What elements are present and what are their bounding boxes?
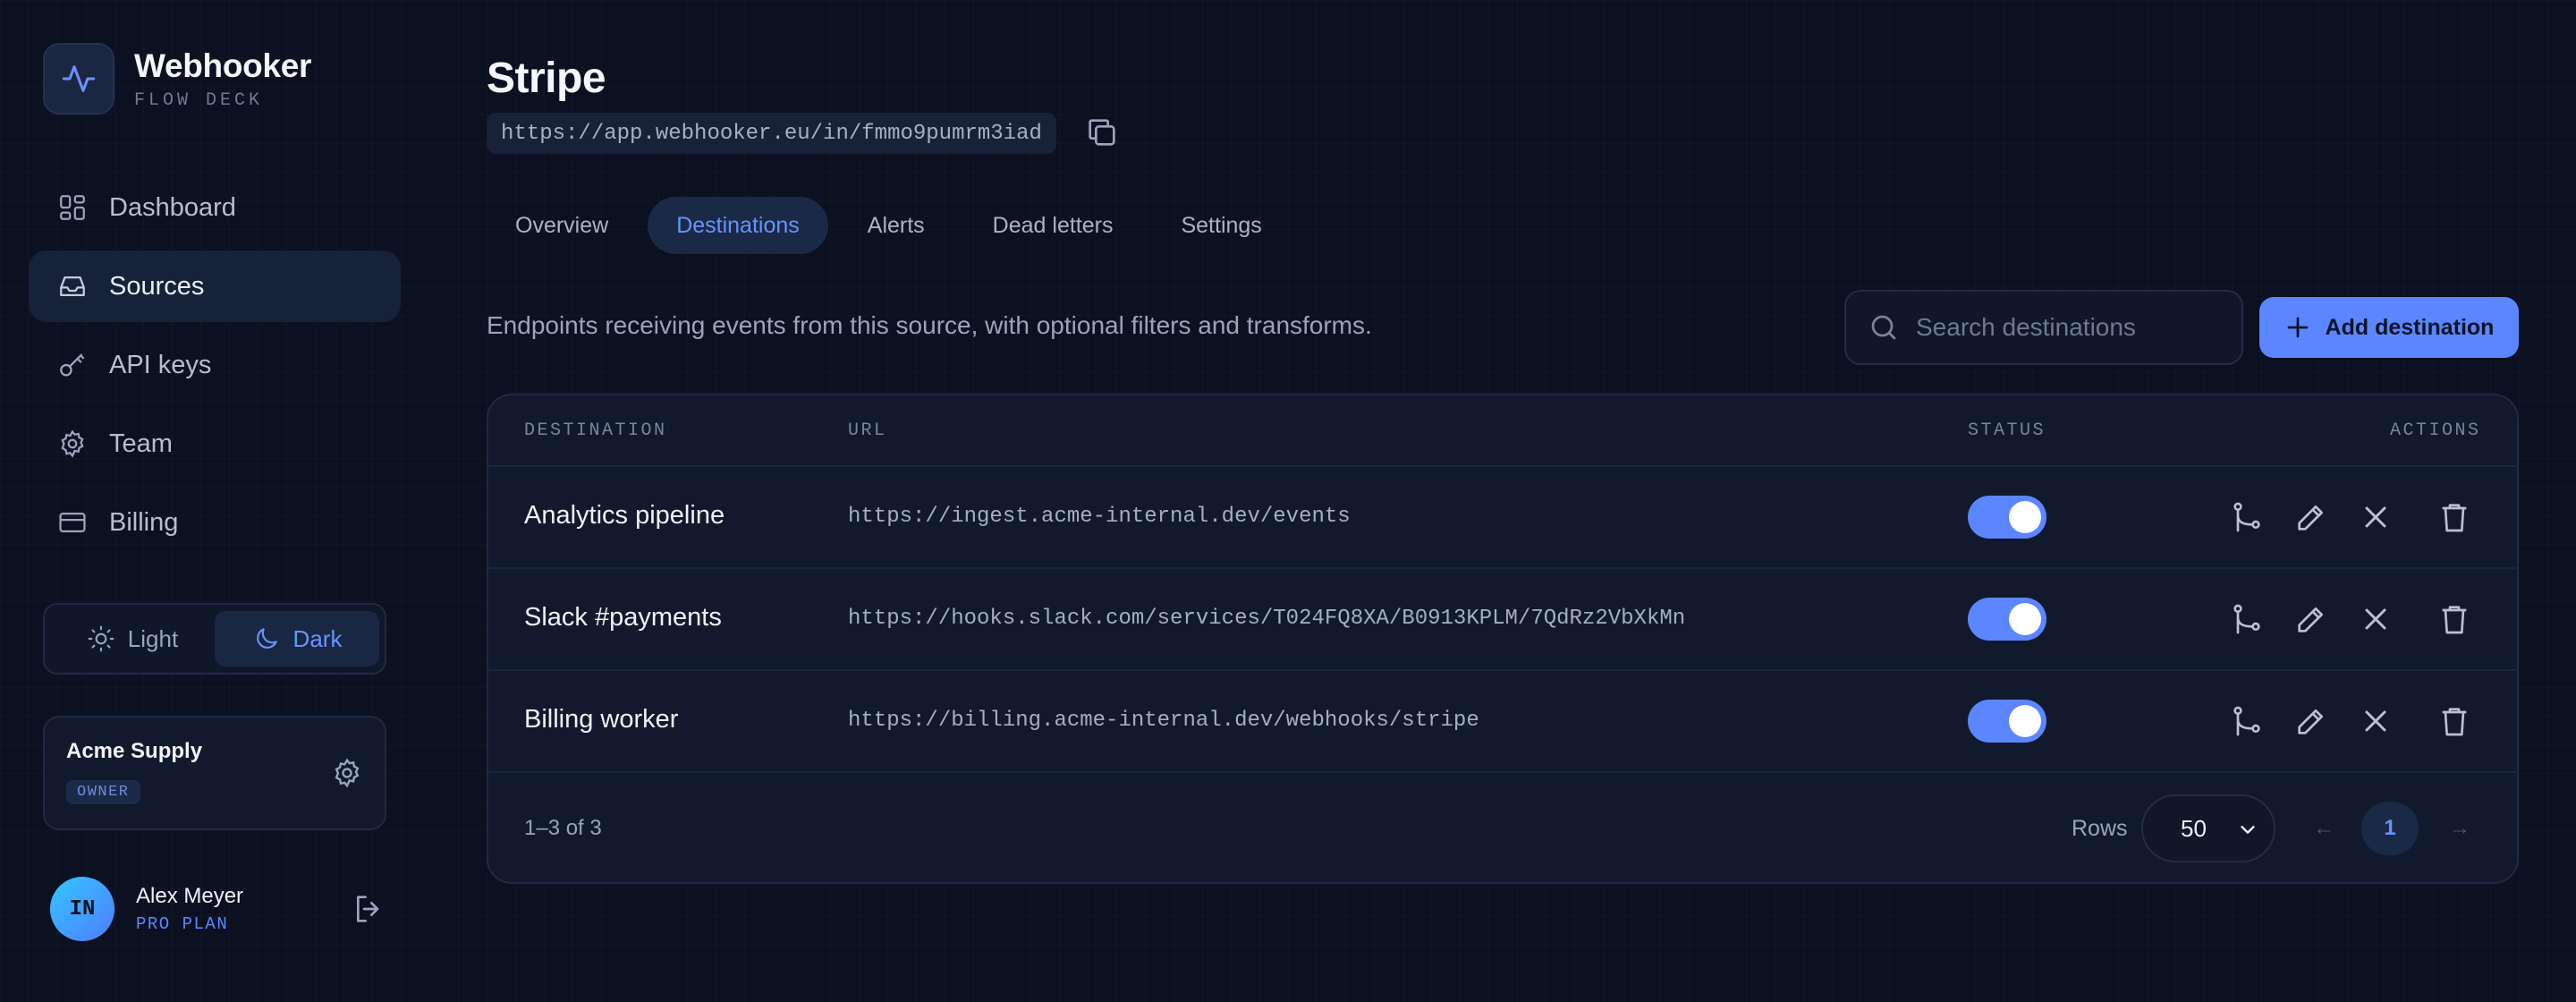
sidebar-item-label: Billing (109, 507, 179, 537)
trash-icon[interactable] (2436, 499, 2472, 535)
brand[interactable]: Webhooker FLOW DECK (43, 43, 311, 115)
column-status: STATUS (1968, 420, 2046, 441)
add-destination-button[interactable]: Add destination (2259, 297, 2519, 358)
toggle-knob (2009, 603, 2041, 635)
page-number-button[interactable]: 1 (2361, 802, 2419, 855)
theme-dark-button[interactable]: Dark (215, 611, 379, 667)
tab-alerts[interactable]: Alerts (839, 197, 953, 254)
sidebar-item-sources[interactable]: Sources (29, 250, 401, 322)
column-destination: DESTINATION (524, 420, 667, 441)
search-box (1844, 290, 2243, 365)
status-toggle[interactable] (1968, 598, 2046, 641)
add-destination-label: Add destination (2325, 314, 2495, 340)
key-icon (60, 353, 85, 377)
next-page-button[interactable]: → (2449, 816, 2470, 841)
sidebar-item-team[interactable]: Team (29, 408, 401, 480)
edit-icon[interactable] (2293, 499, 2329, 535)
moon-icon (256, 628, 277, 649)
sidebar-item-label: Team (109, 429, 173, 458)
theme-light-button[interactable]: Light (50, 611, 215, 667)
org-role-badge: OWNER (66, 780, 140, 804)
status-toggle[interactable] (1968, 496, 2046, 539)
edit-icon[interactable] (2293, 703, 2329, 739)
tab-dead-letters[interactable]: Dead letters (964, 197, 1142, 254)
gear-icon (61, 429, 84, 458)
destination-url: https://hooks.slack.com/services/T024FQ8… (848, 607, 1686, 631)
table-row[interactable]: Slack #payments https://hooks.slack.com/… (488, 569, 2517, 671)
theme-dark-label: Dark (292, 624, 343, 652)
copy-icon[interactable] (1084, 115, 1120, 150)
org-card[interactable]: Acme Supply OWNER (43, 716, 386, 830)
destinations-table: DESTINATION URL STATUS ACTIONS Analytics… (487, 394, 2519, 884)
branch-icon[interactable] (2229, 499, 2265, 535)
table-row[interactable]: Analytics pipeline https://ingest.acme-i… (488, 467, 2517, 569)
user-name: Alex Meyer (136, 884, 244, 908)
prev-page-button[interactable]: ← (2313, 816, 2334, 841)
destination-url: https://billing.acme-internal.dev/webhoo… (848, 709, 1479, 733)
main-content: Stripe https://app.webhooker.eu/in/fmmo9… (487, 0, 2519, 1002)
sidebar: Webhooker FLOW DECK Dashboard Sources AP… (0, 0, 420, 1002)
edit-icon[interactable] (2293, 601, 2329, 637)
rows-label: Rows (2072, 816, 2128, 841)
user-profile: IN Alex Meyer PRO PLAN (50, 875, 386, 943)
sidebar-item-label: Sources (109, 271, 205, 301)
close-icon[interactable] (2358, 703, 2394, 739)
sidebar-item-label: API keys (109, 350, 212, 379)
sidebar-item-api-keys[interactable]: API keys (29, 329, 401, 401)
status-toggle[interactable] (1968, 700, 2046, 743)
endpoint-url: https://app.webhooker.eu/in/fmmo9pumrm3i… (487, 113, 1056, 154)
app-subtitle: FLOW DECK (134, 89, 264, 111)
result-count: 1–3 of 3 (524, 816, 602, 840)
page-description: Endpoints receiving events from this sou… (487, 311, 1372, 339)
org-name: Acme Supply (66, 739, 203, 763)
sidebar-item-dashboard[interactable]: Dashboard (29, 172, 401, 243)
tabs: Overview Destinations Alerts Dead letter… (487, 197, 1301, 254)
destination-name: Billing worker (524, 705, 679, 734)
theme-toggle: Light Dark (43, 603, 386, 675)
branch-icon[interactable] (2229, 601, 2265, 637)
table-header: DESTINATION URL STATUS ACTIONS (488, 395, 2517, 467)
destination-url: https://ingest.acme-internal.dev/events (848, 505, 1351, 529)
sidebar-nav: Dashboard Sources API keys Team Billing (29, 172, 401, 565)
table-footer: 1–3 of 3 Rows 50 ← 1 → (488, 773, 2517, 882)
credit-card-icon (59, 512, 86, 533)
sidebar-item-label: Dashboard (109, 192, 236, 222)
pulse-icon (43, 43, 114, 115)
avatar[interactable]: IN (50, 877, 114, 941)
column-url: URL (848, 420, 887, 441)
rows-per-page-select[interactable]: 50 (2141, 794, 2275, 862)
destination-name: Analytics pipeline (524, 501, 725, 530)
rows-per-page-value: 50 (2181, 814, 2207, 842)
trash-icon[interactable] (2436, 601, 2472, 637)
theme-light-label: Light (127, 624, 179, 652)
dashboard-icon (60, 195, 85, 220)
branch-icon[interactable] (2229, 703, 2265, 739)
toggle-knob (2009, 501, 2041, 533)
search-input[interactable] (1916, 313, 2220, 342)
close-icon[interactable] (2358, 499, 2394, 535)
table-row[interactable]: Billing worker https://billing.acme-inte… (488, 671, 2517, 773)
destination-name: Slack #payments (524, 603, 722, 632)
tab-overview[interactable]: Overview (487, 197, 637, 254)
search-icon (1871, 315, 1896, 340)
toggle-knob (2009, 705, 2041, 737)
close-icon[interactable] (2358, 601, 2394, 637)
column-actions: ACTIONS (2390, 420, 2481, 441)
inbox-icon (60, 276, 85, 297)
app-name: Webhooker (134, 47, 312, 84)
tab-settings[interactable]: Settings (1152, 197, 1290, 254)
plus-icon (2287, 317, 2308, 338)
tab-destinations[interactable]: Destinations (648, 197, 828, 254)
chevron-down-icon (2241, 826, 2255, 834)
user-plan: PRO PLAN (136, 914, 229, 934)
sidebar-item-billing[interactable]: Billing (29, 487, 401, 558)
trash-icon[interactable] (2436, 703, 2472, 739)
gear-icon[interactable] (331, 757, 363, 789)
sun-icon (88, 625, 114, 652)
logout-icon[interactable] (351, 891, 386, 927)
page-title: Stripe (487, 55, 606, 102)
